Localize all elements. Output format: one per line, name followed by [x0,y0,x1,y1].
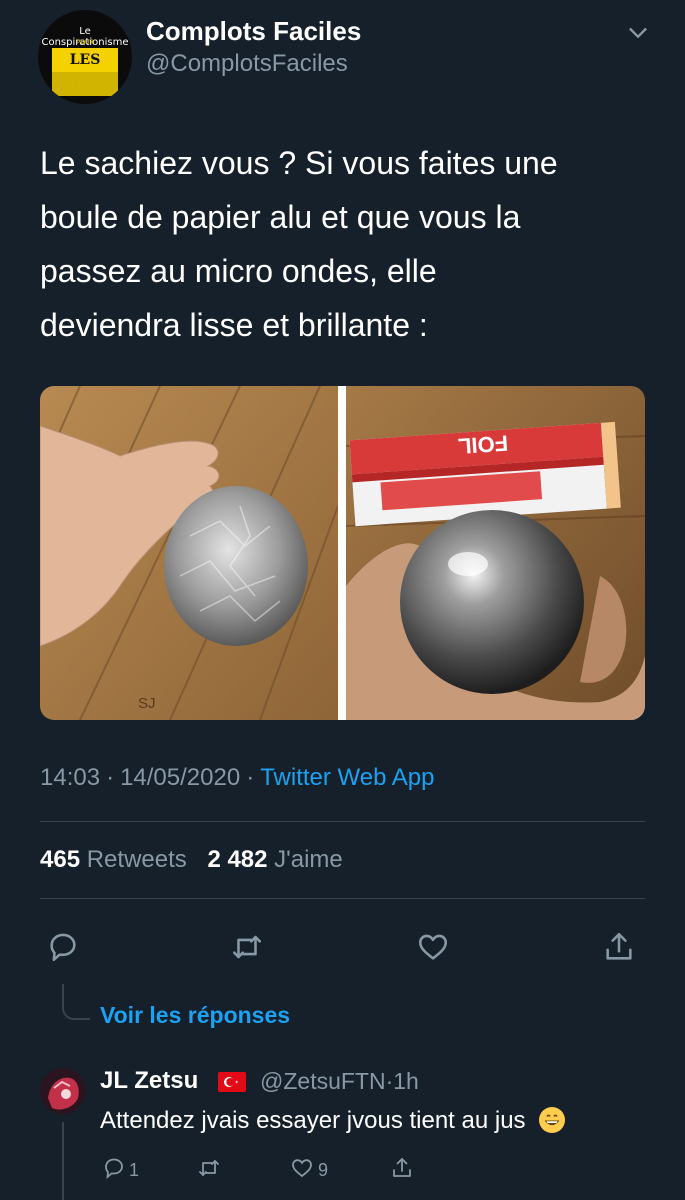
reply-handle[interactable]: @ZetsuFTN [260,1068,386,1094]
reply-handle-time: @ZetsuFTN·1h [260,1068,419,1094]
reply-avatar-image [40,1068,86,1114]
reply-share-icon[interactable] [390,1156,414,1180]
likes-stat[interactable]: 2 482 J'aime [207,846,342,873]
see-replies-link[interactable]: Voir les réponses [100,1002,290,1029]
media-image: SJ FOIL [40,386,645,720]
author-handle[interactable]: @ComplotsFaciles [146,50,348,78]
retweets-stat[interactable]: 465 Retweets [40,846,187,873]
shiny-foil-sphere [400,510,584,694]
divider-2 [40,898,645,899]
tweet-date: 14/05/2020 [120,764,241,791]
tweet-text: Le sachiez vous ? Si vous faites une bou… [40,145,558,343]
share-icon[interactable] [602,930,636,964]
reply-avatar[interactable] [40,1068,86,1114]
divider-1 [40,821,645,822]
reply-text: Attendez jvais essayer jvous tient au ju… [100,1107,526,1134]
reply-author-name[interactable]: JL Zetsu [100,1067,198,1095]
turkey-flag-icon [218,1072,246,1092]
retweet-icon[interactable] [230,930,264,964]
reply-heart-icon[interactable] [290,1156,314,1180]
author-name[interactable]: Complots Faciles [146,16,361,47]
reply-reply-count: 1 [129,1160,140,1180]
retweets-label: Retweets [86,846,187,873]
avatar-text-main: LES NULS [52,48,118,92]
avatar-cover-bottom [52,72,118,96]
author-avatar[interactable]: Le Conspirationisme POUR LES NULS [38,10,132,104]
crumpled-foil-ball [164,486,308,646]
likes-label: J'aime [274,846,343,873]
reply-retweet-icon[interactable] [196,1156,222,1180]
chevron-down-icon[interactable] [624,18,652,46]
tweet-time: 14:03 [40,764,101,791]
left-watermark: SJ [138,695,156,712]
heart-icon[interactable] [416,930,450,964]
retweets-count: 465 [40,846,81,873]
tweet-source[interactable]: Twitter Web App [260,764,434,791]
reply-thread-line [62,1122,64,1200]
likes-count: 2 482 [207,846,268,873]
grinning-face-icon [539,1107,566,1133]
avatar-text-mid: POUR [76,40,94,46]
tweet-media[interactable]: SJ FOIL [40,386,645,720]
reply-text-row: Attendez jvais essayer jvous tient au ju… [100,1106,566,1135]
thread-connector [62,984,90,1020]
reply-reply-icon[interactable] [102,1156,126,1180]
foil-box-label: FOIL [457,430,509,458]
tweet-stats: 465 Retweets 2 482 J'aime [40,846,343,874]
reply-time: 1h [393,1068,419,1094]
reply-icon[interactable] [46,930,80,964]
reply-like-count: 9 [318,1160,329,1180]
tweet-timestamp: 14:03 · 14/05/2020 · Twitter Web App [40,764,435,791]
